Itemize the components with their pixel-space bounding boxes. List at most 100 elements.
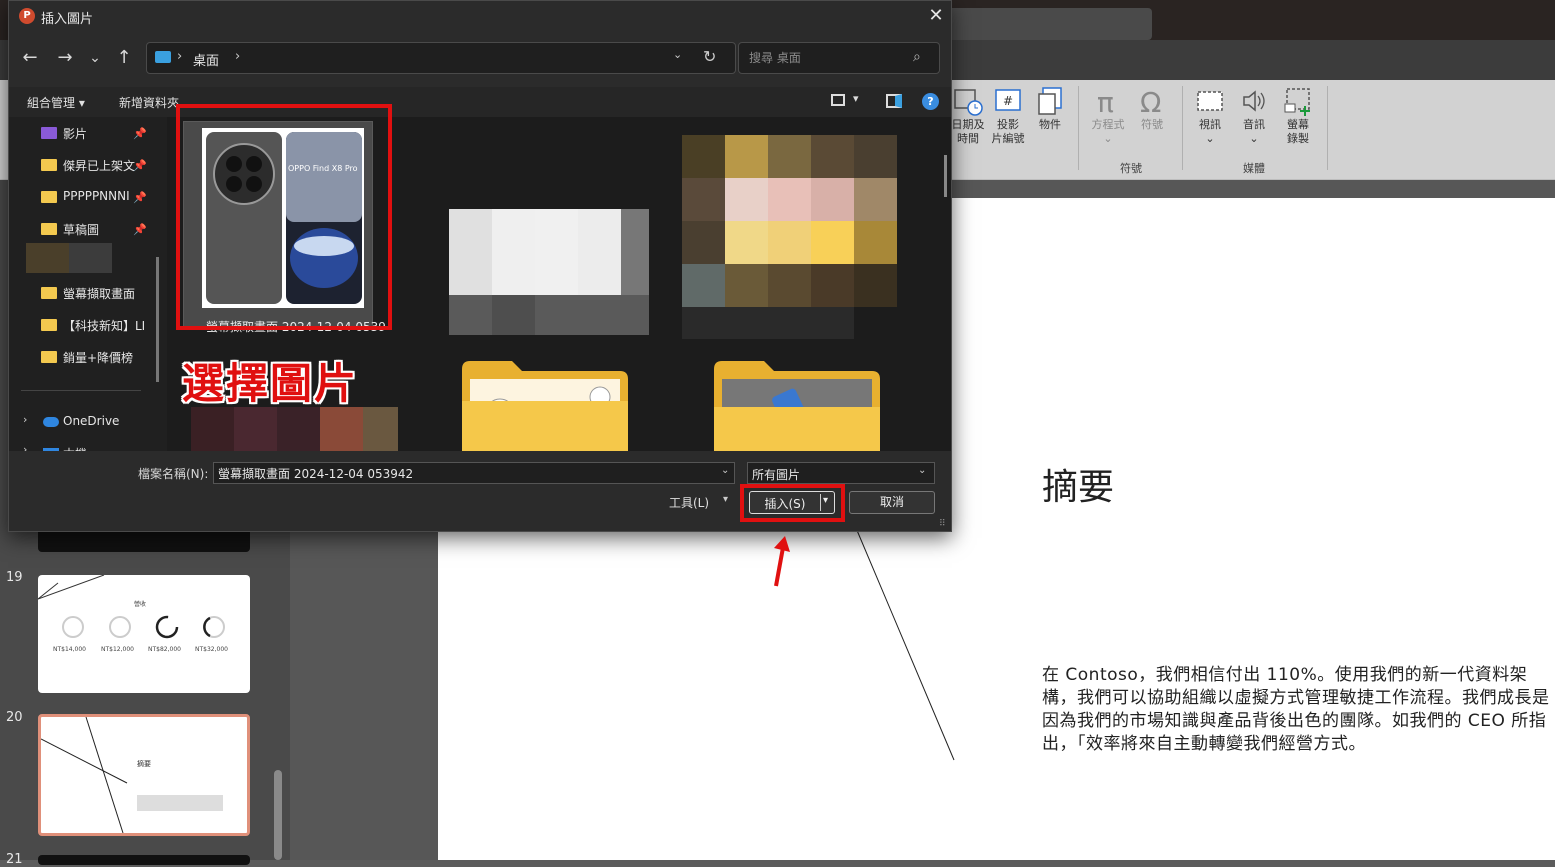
thumbnail-19-graphic	[38, 575, 225, 639]
dialog-titlebar[interactable]: P 插入圖片 ✕	[9, 1, 951, 31]
folder-icon	[41, 351, 57, 363]
back-button[interactable]: ←	[17, 45, 43, 71]
ribbon-separator	[1327, 86, 1328, 170]
slide-thumbnail-21[interactable]	[38, 855, 250, 865]
chevron-down-icon: ⌄	[918, 465, 927, 476]
folder-icon	[41, 223, 57, 235]
svg-text:π: π	[1097, 86, 1114, 116]
ribbon-separator	[1182, 86, 1183, 170]
folder-icon	[41, 159, 57, 171]
video-button[interactable]: 視訊 ⌄	[1192, 86, 1228, 146]
slide-thumbnail-19[interactable]: 營收 NT$14,000 NT$12,000 NT$82,000 NT$32,0…	[38, 575, 250, 693]
pin-icon[interactable]: 📌	[133, 127, 147, 140]
slide-thumbnail-20[interactable]: 摘要	[38, 714, 250, 836]
organize-button[interactable]: 組合管理 ▾	[27, 94, 85, 111]
search-input[interactable]	[747, 50, 907, 66]
ribbon-separator	[1078, 86, 1079, 170]
command-bar: 組合管理 ▾ 新增資料夾 ▾ ?	[9, 87, 951, 117]
ppt-search-box[interactable]	[940, 8, 1152, 40]
video-folder-icon	[41, 127, 57, 139]
filetype-select[interactable]: 所有圖片 ⌄	[747, 462, 935, 484]
address-bar[interactable]: › 桌面 › ⌄ ↻	[146, 42, 736, 74]
folder-icon[interactable]	[712, 357, 882, 451]
file-list-scrollbar[interactable]	[944, 155, 947, 197]
annotation-arrow-icon	[774, 536, 790, 587]
speaker-icon	[1243, 90, 1265, 112]
search-icon[interactable]: ⌕	[913, 49, 921, 65]
pin-icon[interactable]: 📌	[133, 159, 147, 172]
thumbnail-19-value: NT$82,000	[148, 646, 181, 653]
navigation-pane: 影片 📌 傑昇已上架文 📌 PPPPPNNNI 📌 草稿圖 📌 螢幕擷取畫面 【…	[9, 117, 167, 451]
video-icon	[1197, 91, 1223, 111]
object-icon	[1038, 87, 1062, 115]
chevron-down-icon[interactable]: ▾	[853, 92, 859, 105]
breadcrumb-separator[interactable]: ›	[235, 49, 240, 64]
screen-record-icon	[1284, 88, 1310, 116]
symbol-button[interactable]: Ω 符號	[1134, 86, 1170, 132]
close-button[interactable]: ✕	[923, 3, 949, 29]
annotation-highlight-file	[176, 104, 392, 330]
pin-icon[interactable]: 📌	[133, 191, 147, 204]
file-item-image[interactable]	[191, 407, 398, 451]
cancel-button[interactable]: 取消	[849, 491, 935, 514]
resize-grip-icon[interactable]: ⠿	[939, 519, 946, 529]
nav-scrollbar[interactable]	[156, 257, 159, 382]
slide-body-text[interactable]: 在 Contoso，我們相信付出 110%。使用我們的新一代資料架構，我們可以協…	[1042, 664, 1555, 756]
tools-button[interactable]: 工具(L)	[669, 494, 709, 511]
audio-button[interactable]: 音訊 ⌄	[1236, 86, 1272, 146]
svg-text:Ω: Ω	[1140, 86, 1161, 116]
new-folder-button[interactable]: 新增資料夾	[119, 94, 179, 111]
up-button[interactable]: ↑	[111, 45, 137, 71]
slide-title[interactable]: 摘要	[1042, 458, 1114, 510]
chevron-down-icon[interactable]: ⌄	[721, 465, 729, 476]
preview-pane-icon[interactable]	[886, 94, 902, 108]
thumbnail-20-graphic	[41, 717, 223, 833]
refresh-icon[interactable]: ↻	[703, 47, 716, 66]
thumbnail-19-title: 營收	[134, 601, 147, 608]
svg-text:#: #	[1003, 94, 1013, 108]
nav-divider	[21, 390, 141, 391]
screen-recording-button[interactable]: 螢幕 錄製	[1280, 86, 1316, 146]
slide-number-20: 20	[6, 710, 23, 725]
filetype-value: 所有圖片	[752, 468, 801, 482]
view-options-icon[interactable]	[831, 94, 845, 106]
breadcrumb-desktop[interactable]: 桌面	[193, 50, 219, 69]
group-label-media: 媒體	[1243, 162, 1265, 175]
help-icon[interactable]: ?	[922, 93, 939, 110]
filename-input[interactable]: 螢幕擷取畫面 2024-12-04 053942	[213, 462, 735, 484]
slide-number-button[interactable]: # 投影 片編號	[988, 86, 1028, 146]
slide-number-icon: #	[995, 89, 1021, 111]
folder-icon	[41, 319, 57, 331]
pi-icon: π	[1097, 86, 1114, 116]
recent-locations-button[interactable]: ⌄	[82, 45, 108, 71]
search-box[interactable]: ⌕	[738, 42, 940, 74]
forward-button[interactable]: →	[52, 45, 78, 71]
breadcrumb-separator: ›	[177, 49, 183, 64]
thumbnail-19-value: NT$32,000	[195, 646, 228, 653]
date-time-button[interactable]: 日期及 時間	[948, 86, 988, 146]
pin-icon[interactable]: 📌	[133, 223, 147, 236]
blurred-sidebar-item	[26, 243, 112, 273]
thumbnail-scrollbar[interactable]	[274, 770, 282, 860]
sidebar-item-folder[interactable]: 螢幕擷取畫面	[41, 283, 161, 305]
chevron-down-icon[interactable]: ⌄	[673, 48, 682, 61]
desktop-icon	[155, 51, 171, 63]
file-item-image[interactable]	[682, 135, 897, 339]
chevron-down-icon[interactable]: ▾	[723, 494, 728, 505]
sidebar-item-onedrive[interactable]: OneDrive	[63, 414, 119, 428]
folder-icon	[41, 287, 57, 299]
slide-number-19: 19	[6, 570, 23, 585]
thumbnail-19-value: NT$12,000	[101, 646, 134, 653]
folder-icon[interactable]	[460, 357, 630, 451]
dialog-title: 插入圖片	[41, 12, 94, 27]
file-item-image[interactable]	[449, 209, 649, 335]
chevron-right-icon[interactable]: ›	[23, 443, 27, 451]
chevron-right-icon[interactable]: ›	[23, 413, 27, 426]
annotation-label: 選擇圖片	[182, 359, 359, 408]
object-button[interactable]: 物件	[1032, 86, 1068, 132]
sidebar-item-folder[interactable]: 銷量+降價榜	[41, 347, 161, 369]
thumbnail-20-title: 摘要	[137, 760, 151, 768]
sidebar-item-folder[interactable]: 【科技新知】LI	[41, 315, 161, 337]
group-label-symbols: 符號	[1120, 162, 1142, 175]
equation-button[interactable]: π 方程式 ⌄	[1088, 86, 1128, 146]
